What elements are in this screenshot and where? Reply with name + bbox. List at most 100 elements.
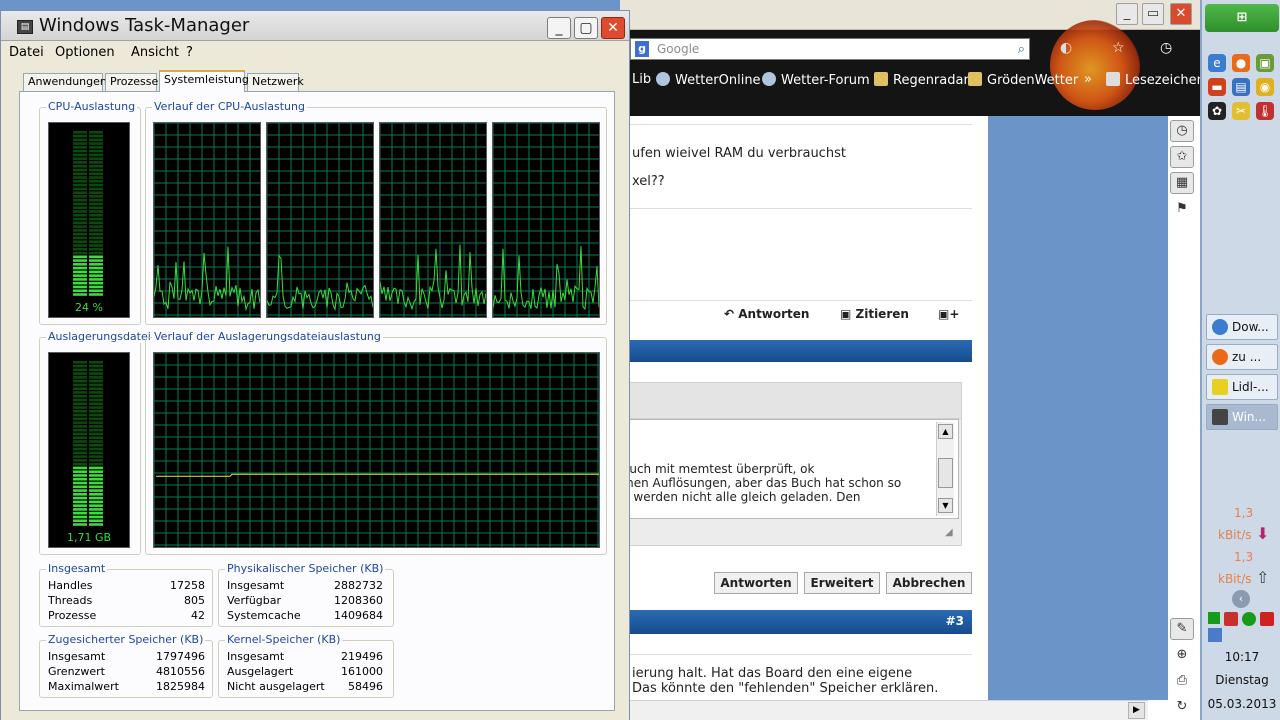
post-text: ierung halt. Hat das Board den eine eige… xyxy=(632,666,913,681)
network-icon[interactable] xyxy=(1208,612,1220,624)
scroll-up-icon[interactable]: ▲ xyxy=(938,424,953,439)
pin-icon[interactable]: ✎ xyxy=(1170,618,1194,640)
cpu-history-graph-3 xyxy=(379,122,487,318)
bookmarks-overflow[interactable]: » xyxy=(1084,72,1092,87)
tab-anwendungen[interactable]: Anwendungen xyxy=(23,73,107,91)
scroll-right-icon[interactable]: ▶ xyxy=(1128,702,1145,719)
meter-segment xyxy=(73,413,87,417)
browser-maximize-button[interactable]: ▭ xyxy=(1142,3,1164,25)
meter-segment xyxy=(73,164,87,168)
security-icon[interactable] xyxy=(1224,612,1238,626)
menu-datei[interactable]: Datei xyxy=(9,45,44,60)
quote-button[interactable]: ▣ Zitieren xyxy=(840,307,909,321)
task-button-firefox[interactable]: zu ... xyxy=(1206,344,1278,370)
horizontal-scrollbar[interactable]: ▶ xyxy=(620,700,1148,720)
task-button-ie[interactable]: Dow... xyxy=(1206,314,1278,340)
browser-minimize-button[interactable]: _ xyxy=(1116,3,1138,25)
tab-systemleistung[interactable]: Systemleistung xyxy=(159,70,249,92)
editor-text: n werden nicht alle gleich geladen. Den xyxy=(622,490,861,504)
cancel-button[interactable]: Abbrechen xyxy=(886,572,972,594)
meter-segment xyxy=(73,202,87,206)
scroll-down-icon[interactable]: ▼ xyxy=(938,498,953,513)
clock-icon[interactable]: ◷ xyxy=(1170,120,1194,142)
google-icon: g xyxy=(635,41,649,57)
media-icon[interactable]: ▬ xyxy=(1208,78,1226,96)
search-input[interactable]: g Google ⌕ xyxy=(630,38,1030,60)
flag-icon[interactable]: ⚑ xyxy=(1170,198,1194,220)
ie-icon[interactable]: e xyxy=(1208,54,1226,72)
meter-segment xyxy=(89,379,103,383)
computer-icon[interactable] xyxy=(1208,628,1222,642)
bookmark-star-icon[interactable]: ✩ xyxy=(1170,146,1194,168)
meter-segment xyxy=(73,361,87,364)
maximize-button[interactable]: ▢ xyxy=(574,17,598,39)
chrome-icon[interactable]: ◉ xyxy=(1256,78,1274,96)
cpu-history-graph-4 xyxy=(492,122,600,318)
editor-scroll-thumb[interactable] xyxy=(938,458,953,488)
meter-segment xyxy=(73,214,87,217)
bookmark-wetteronline[interactable]: WetterOnline xyxy=(656,72,761,88)
meter-segment xyxy=(89,432,103,436)
meter-segment xyxy=(73,410,87,413)
tab-netzwerk[interactable]: Netzwerk xyxy=(247,73,304,91)
reply-button[interactable]: ↶ Antworten xyxy=(724,307,809,321)
meter-segment xyxy=(89,364,103,368)
meter-segment xyxy=(73,274,87,277)
tool-icon[interactable]: ✂ xyxy=(1232,102,1250,120)
firefox-icon[interactable]: ● xyxy=(1232,54,1250,72)
bookmark-groedenwetter[interactable]: GrödenWetter xyxy=(968,72,1078,88)
bookmarks-icon xyxy=(1106,72,1120,86)
stat-value: 58496 xyxy=(348,680,383,693)
editor-scrollbar[interactable]: ▲ ▼ xyxy=(936,422,954,516)
meter-segment xyxy=(89,251,103,255)
monitor-icon[interactable]: ▤ xyxy=(1232,78,1250,96)
tab-prozesse[interactable]: Prozesse xyxy=(105,73,158,91)
menu-ansicht[interactable]: Ansicht xyxy=(131,45,179,60)
bookmark-regenradar[interactable]: Regenradar xyxy=(874,72,969,88)
menu-help[interactable]: ? xyxy=(186,45,193,60)
bookmark-star-icon[interactable]: ☆ xyxy=(1112,40,1125,56)
divider xyxy=(620,208,972,209)
football-icon[interactable]: ✿ xyxy=(1208,102,1226,120)
history-icon[interactable]: ◷ xyxy=(1160,40,1172,56)
bookmark-wetter-forum[interactable]: Wetter-Forum xyxy=(762,72,870,88)
minimize-button[interactable]: _ xyxy=(547,17,571,39)
menu-optionen[interactable]: Optionen xyxy=(55,45,115,60)
meter-segment xyxy=(89,134,103,138)
start-button[interactable]: ⊞ xyxy=(1205,4,1279,32)
taskmanager-titlebar[interactable]: ▤ Windows Task-Manager _ ▢ ✕ xyxy=(1,11,629,41)
printer-icon[interactable]: ⎙ xyxy=(1170,670,1194,692)
tray-collapse-icon[interactable]: ‹ xyxy=(1232,590,1250,608)
browser-close-button[interactable]: ✕ xyxy=(1170,3,1192,25)
meter-segment xyxy=(89,515,103,519)
task-button-taskmanager[interactable]: Win... xyxy=(1206,404,1278,430)
advanced-button[interactable]: Erweitert xyxy=(804,572,880,594)
refresh-icon[interactable]: ↻ xyxy=(1170,696,1194,718)
editor-text: men Auflösungen, aber das Buch hat schon… xyxy=(622,476,902,490)
target-icon[interactable]: ⊕ xyxy=(1170,644,1194,666)
message-textarea[interactable]: auch mit memtest überprüft, ok men Auflö… xyxy=(621,419,959,519)
meter-segment xyxy=(73,259,87,262)
resize-grip-icon[interactable]: ◢ xyxy=(945,527,953,538)
meter-segment xyxy=(89,383,103,387)
bookmark-lib[interactable]: Lib xyxy=(632,72,651,87)
addons-icon[interactable]: ▦ xyxy=(1170,172,1194,194)
search-icon[interactable]: ⌕ xyxy=(1018,40,1025,60)
meter-segment xyxy=(73,293,87,296)
meter-segment xyxy=(73,444,87,447)
task-button-lidl[interactable]: Lidl-... xyxy=(1206,374,1278,400)
thermometer-icon[interactable]: 🌡 xyxy=(1256,102,1274,120)
clock-time[interactable]: 10:17 xyxy=(1202,650,1280,664)
stat-label: Handles xyxy=(48,579,93,592)
antivirus-icon[interactable] xyxy=(1260,612,1274,626)
bookmarks-menu[interactable]: Lesezeichen xyxy=(1106,72,1205,88)
submit-reply-button[interactable]: Antworten xyxy=(714,572,798,594)
stat-value: 161000 xyxy=(341,665,383,678)
app-icon[interactable]: ▣ xyxy=(1256,54,1274,72)
close-button[interactable]: ✕ xyxy=(601,17,625,39)
multiquote-icon[interactable]: ▣+ xyxy=(938,307,959,321)
meter-segment xyxy=(89,149,103,153)
addon-icon[interactable]: ◐ xyxy=(1060,40,1072,56)
status-icon[interactable] xyxy=(1242,612,1256,626)
pagefile-history-graph xyxy=(153,352,600,548)
